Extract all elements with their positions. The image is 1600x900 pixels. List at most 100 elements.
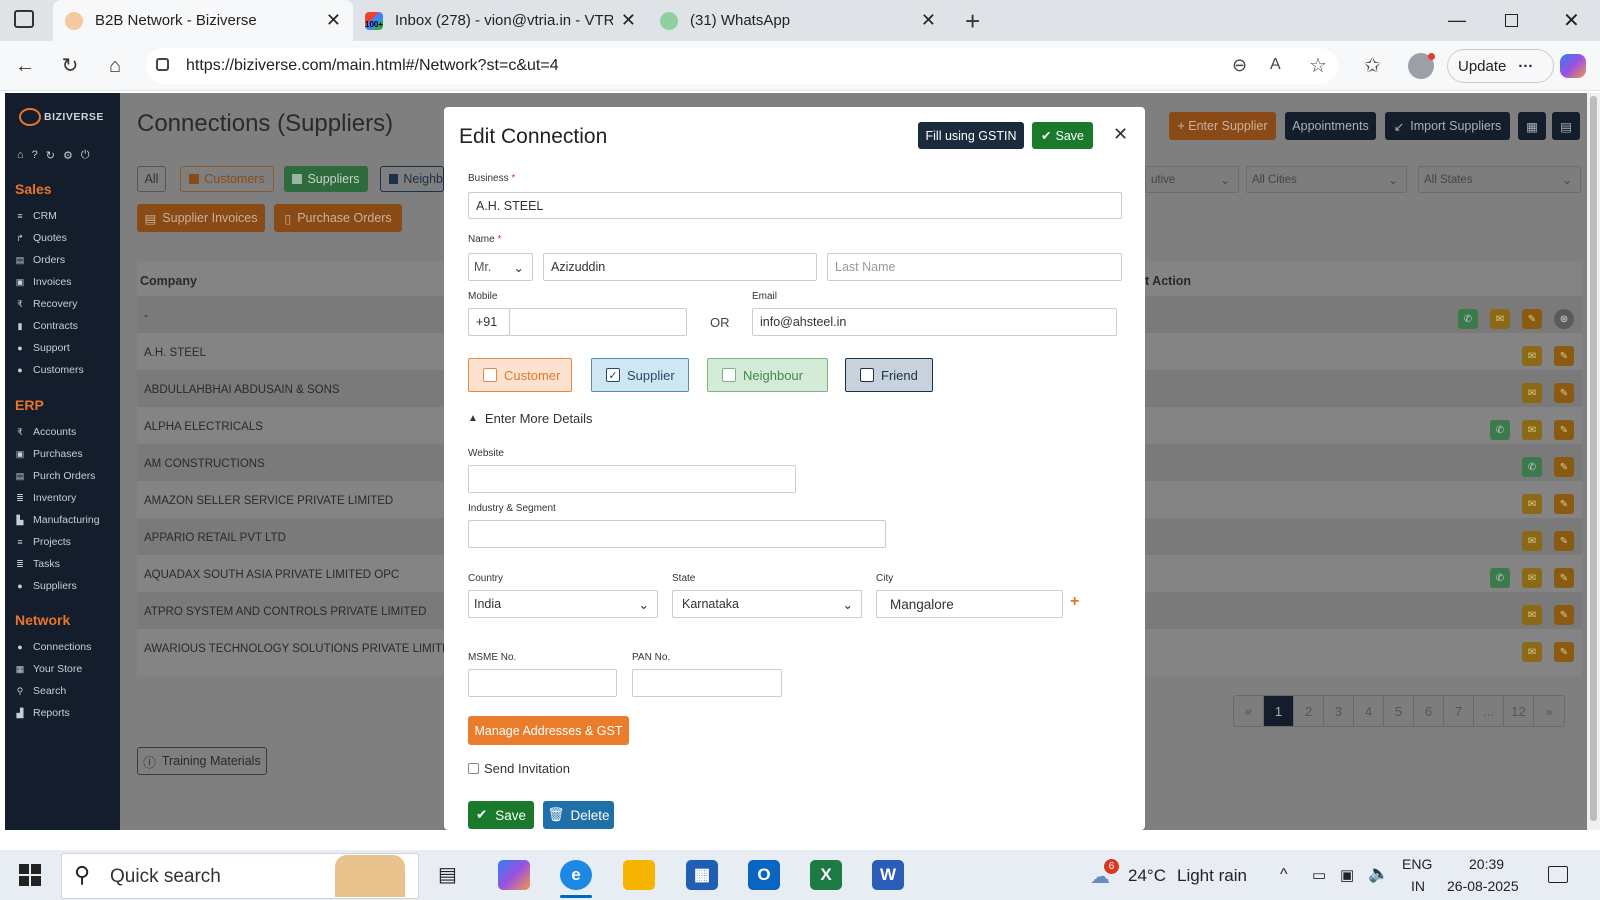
filter-customers-button[interactable]: Customers xyxy=(180,166,274,192)
sidebar-item-suppliers[interactable]: ● Suppliers xyxy=(15,580,77,592)
tab-whatsapp[interactable]: (31) WhatsApp ✕ xyxy=(648,0,948,41)
whatsapp-icon[interactable]: ✆ xyxy=(1490,420,1510,440)
sidebar-item-contracts[interactable]: ▮ Contracts xyxy=(15,320,78,332)
export-icon[interactable]: ▤ xyxy=(1552,112,1580,140)
edit-icon[interactable]: ✎ xyxy=(1554,420,1574,440)
filter-all-button[interactable]: All xyxy=(137,166,166,192)
clock-time[interactable]: 20:39 xyxy=(1469,856,1504,872)
favorite-star-icon[interactable]: ☆ xyxy=(1309,53,1327,78)
mail-icon[interactable]: ✉ xyxy=(1522,531,1542,551)
clock-date[interactable]: 26-08-2025 xyxy=(1447,878,1519,894)
close-icon[interactable]: ✕ xyxy=(921,10,936,31)
close-icon[interactable]: ✕ xyxy=(1113,124,1128,145)
mail-icon[interactable]: ✉ xyxy=(1522,346,1542,366)
page-12[interactable]: 12 xyxy=(1504,696,1534,726)
website-input[interactable] xyxy=(468,465,796,493)
first-name-input[interactable]: Azizuddin xyxy=(543,253,817,281)
type-supplier[interactable]: ✓ Supplier xyxy=(591,358,689,392)
edge-icon[interactable]: e xyxy=(560,860,592,890)
page-4[interactable]: 4 xyxy=(1354,696,1384,726)
save-button-top[interactable]: ✔ Save xyxy=(1032,122,1093,149)
sidebar-item-manufacturing[interactable]: ▙ Manufacturing xyxy=(15,514,100,526)
sidebar-item-orders[interactable]: ▤ Orders xyxy=(15,254,65,266)
mail-icon[interactable]: ✉ xyxy=(1522,494,1542,514)
row-company[interactable]: AMAZON SELLER SERVICE PRIVATE LIMITED xyxy=(144,495,393,507)
restore-icon[interactable] xyxy=(1505,14,1518,27)
language-code[interactable]: ENG xyxy=(1402,856,1432,872)
calendar-icon[interactable]: ▦ xyxy=(1518,112,1546,140)
home-icon[interactable]: ⌂ xyxy=(103,54,127,78)
battery-icon[interactable]: ▭ xyxy=(1312,866,1326,884)
page-next[interactable]: » xyxy=(1534,696,1564,726)
customer-checkbox[interactable] xyxy=(483,368,497,382)
power-icon[interactable]: ⏻ xyxy=(81,149,90,162)
edit-icon[interactable]: ✎ xyxy=(1554,605,1574,625)
training-materials-button[interactable]: ⓘ Training Materials xyxy=(137,747,267,775)
page-1[interactable]: 1 xyxy=(1264,696,1294,726)
sidebar-item-your-store[interactable]: ▦ Your Store xyxy=(15,663,83,675)
country-select[interactable]: India ⌄ xyxy=(468,590,658,618)
page-prev[interactable]: « xyxy=(1234,696,1264,726)
cities-select[interactable]: All Cities ⌄ xyxy=(1246,166,1407,193)
close-window-icon[interactable]: ✕ xyxy=(1563,8,1580,33)
industry-input[interactable] xyxy=(468,520,886,548)
page-7[interactable]: 7 xyxy=(1444,696,1474,726)
edit-icon[interactable]: ✎ xyxy=(1554,383,1574,403)
filter-neighbours-button[interactable]: Neighb xyxy=(380,166,444,192)
tab-biziverse[interactable]: B2B Network - Biziverse ✕ xyxy=(53,0,353,41)
salutation-select[interactable]: Mr. ⌄ xyxy=(468,253,533,281)
store-icon[interactable]: ▦ xyxy=(686,860,718,890)
mail-icon[interactable]: ✉ xyxy=(1522,642,1542,662)
row-company[interactable]: ALPHA ELECTRICALS xyxy=(144,421,263,433)
excel-icon[interactable]: X xyxy=(810,860,842,890)
page-3[interactable]: 3 xyxy=(1324,696,1354,726)
windows-start-icon[interactable] xyxy=(19,864,41,886)
word-icon[interactable]: W xyxy=(872,860,904,890)
delete-button[interactable]: 🗑 Delete xyxy=(543,801,614,829)
close-icon[interactable]: ✕ xyxy=(326,10,341,31)
enter-supplier-button[interactable]: + Enter Supplier xyxy=(1169,112,1276,140)
sidebar-item-search[interactable]: ⚲ Search xyxy=(15,685,67,697)
edit-icon[interactable]: ✎ xyxy=(1522,309,1542,329)
update-button[interactable]: Update ··· xyxy=(1447,49,1554,83)
add-city-icon[interactable]: + xyxy=(1070,593,1079,611)
network-icon[interactable]: ⊛ xyxy=(1554,309,1574,329)
refresh-icon[interactable]: ↻ xyxy=(46,149,55,162)
home-icon[interactable]: ⌂ xyxy=(17,149,24,162)
save-button[interactable]: ✔ Save xyxy=(468,801,534,829)
edit-icon[interactable]: ✎ xyxy=(1554,494,1574,514)
sidebar-item-tasks[interactable]: ≣ Tasks xyxy=(15,558,60,570)
mail-icon[interactable]: ✉ xyxy=(1522,383,1542,403)
help-icon[interactable]: ? xyxy=(32,149,38,162)
mail-icon[interactable]: ✉ xyxy=(1522,605,1542,625)
outlook-icon[interactable]: O xyxy=(748,860,780,890)
page-scrollbar-thumb[interactable] xyxy=(1590,96,1597,821)
edit-icon[interactable]: ✎ xyxy=(1554,346,1574,366)
notifications-icon[interactable] xyxy=(1548,866,1568,883)
import-suppliers-button[interactable]: ↙ Import Suppliers xyxy=(1385,112,1510,140)
task-view-icon[interactable]: ▤ xyxy=(438,862,457,887)
type-friend[interactable]: Friend xyxy=(845,358,933,392)
mail-icon[interactable]: ✉ xyxy=(1490,309,1510,329)
sidebar-item-accounts[interactable]: ₹ Accounts xyxy=(15,426,76,438)
send-invitation-checkbox[interactable] xyxy=(468,763,479,774)
page-6[interactable]: 6 xyxy=(1414,696,1444,726)
sidebar-item-customers[interactable]: ● Customers xyxy=(15,364,83,376)
language-region[interactable]: IN xyxy=(1411,878,1425,894)
mail-icon[interactable]: ✉ xyxy=(1522,568,1542,588)
new-tab-icon[interactable]: + xyxy=(965,6,980,37)
weather-desc[interactable]: Light rain xyxy=(1177,866,1247,886)
sidebar-item-support[interactable]: ● Support xyxy=(15,342,70,354)
state-select[interactable]: Karnataka ⌄ xyxy=(672,590,862,618)
page-2[interactable]: 2 xyxy=(1294,696,1324,726)
minimize-icon[interactable]: — xyxy=(1448,10,1466,31)
row-company[interactable]: AWARIOUS TECHNOLOGY SOLUTIONS PRIVATE LI… xyxy=(144,643,446,655)
fill-gstin-button[interactable]: Fill using GSTIN xyxy=(918,122,1024,149)
row-company[interactable]: ATPRO SYSTEM AND CONTROLS PRIVATE LIMITE… xyxy=(144,606,426,618)
sidebar-item-projects[interactable]: ≡ Projects xyxy=(15,536,71,548)
url-text[interactable]: https://biziverse.com/main.html#/Network… xyxy=(186,57,559,75)
sidebar-item-purchases[interactable]: ▣ Purchases xyxy=(15,448,83,460)
favorites-icon[interactable]: ✩ xyxy=(1364,53,1381,78)
back-icon[interactable]: ← xyxy=(13,54,37,78)
sidebar-item-reports[interactable]: ▟ Reports xyxy=(15,707,70,719)
